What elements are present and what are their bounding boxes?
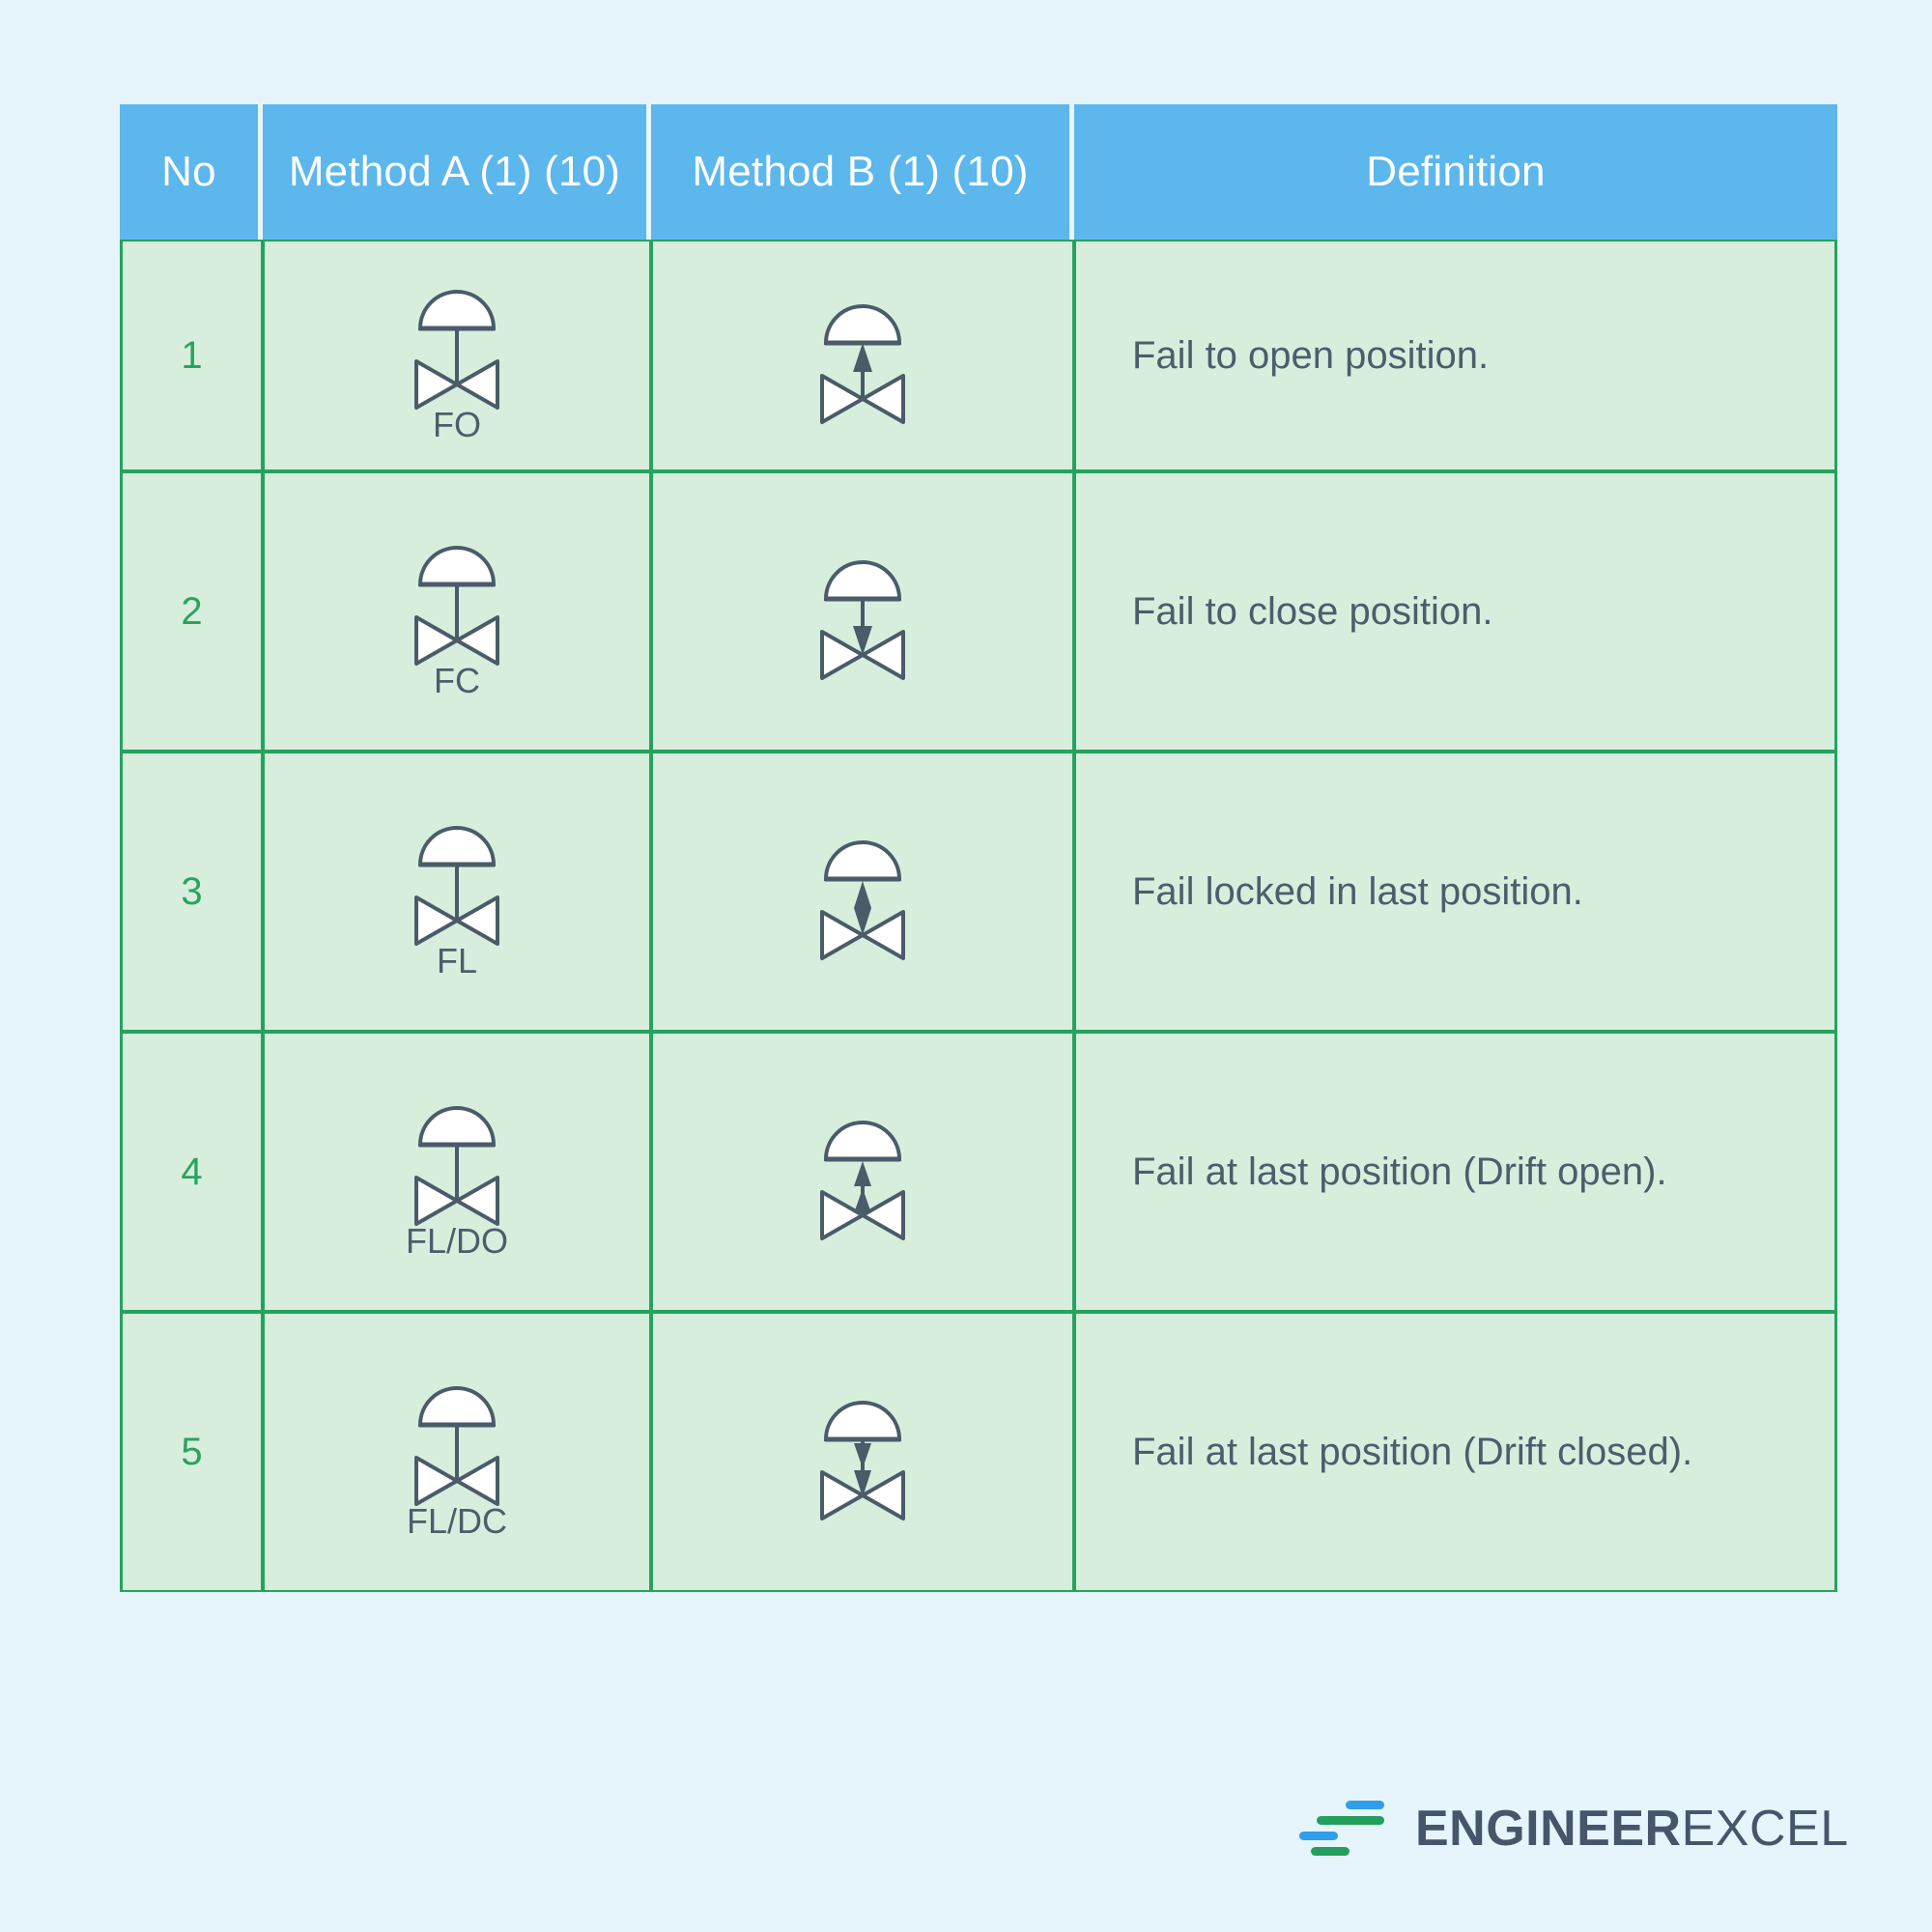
method-b-cell	[651, 752, 1074, 1032]
method-a-label: FC	[434, 661, 480, 700]
diaphragm-valve-plain-stem-icon	[380, 805, 534, 950]
logo-wordmark: ENGINEEREXCEL	[1415, 1800, 1849, 1858]
method-a-cell: FL	[263, 752, 651, 1032]
row-number: 1	[120, 240, 263, 471]
table-row: 1 FO Fail to open position.	[120, 240, 1837, 471]
diaphragm-valve-arrow-double-down-icon	[785, 1379, 940, 1524]
method-a-label: FL/DC	[406, 1501, 507, 1541]
valve-failure-mode-table: No Method A (1) (10) Method B (1) (10) D…	[120, 104, 1837, 1592]
diaphragm-valve-plain-stem-icon	[380, 269, 534, 413]
table-row: 5 FL/DC Fail at last position (Drift clo…	[120, 1312, 1837, 1592]
definition-text: Fail at last position (Drift open).	[1074, 1032, 1837, 1312]
column-header-method-b: Method B (1) (10)	[651, 104, 1074, 240]
method-a-cell: FL/DC	[263, 1312, 651, 1592]
method-a-label: FL/DO	[405, 1221, 508, 1261]
column-header-method-a: Method A (1) (10)	[263, 104, 651, 240]
diaphragm-valve-arrow-double-up-icon	[785, 1099, 940, 1244]
method-a-cell: FL/DO	[263, 1032, 651, 1312]
method-b-cell	[651, 1312, 1074, 1592]
logo-word-engineer: ENGINEER	[1415, 1801, 1682, 1857]
definition-text: Fail at last position (Drift closed).	[1074, 1312, 1837, 1592]
table-row: 2 FC Fail to close position.	[120, 471, 1837, 752]
definition-text: Fail to open position.	[1074, 240, 1837, 471]
method-b-cell	[651, 1032, 1074, 1312]
definition-text: Fail to close position.	[1074, 471, 1837, 752]
symbols-table: No Method A (1) (10) Method B (1) (10) D…	[120, 104, 1837, 1592]
method-a-label: FO	[433, 405, 481, 444]
diaphragm-valve-arrow-up-icon	[785, 283, 940, 428]
diaphragm-valve-plain-stem-icon	[380, 525, 534, 669]
table-row: 3 FL Fail locked in last position.	[120, 752, 1837, 1032]
column-header-definition: Definition	[1074, 104, 1837, 240]
method-b-cell	[651, 471, 1074, 752]
method-a-cell: FC	[263, 471, 651, 752]
diaphragm-valve-arrow-down-icon	[785, 539, 940, 684]
row-number: 4	[120, 1032, 263, 1312]
header-row: No Method A (1) (10) Method B (1) (10) D…	[120, 104, 1837, 240]
engineerexcel-logo: ENGINEEREXCEL	[1299, 1799, 1849, 1859]
row-number: 2	[120, 471, 263, 752]
row-number: 3	[120, 752, 263, 1032]
method-a-label: FL	[436, 941, 477, 980]
page-root: No Method A (1) (10) Method B (1) (10) D…	[0, 0, 1932, 1932]
speed-lines-icon	[1299, 1799, 1392, 1859]
table-row: 4 FL/DO Fail at last position (Drift ope…	[120, 1032, 1837, 1312]
diaphragm-valve-plain-stem-icon	[380, 1085, 534, 1230]
logo-word-excel: EXCEL	[1681, 1801, 1849, 1857]
row-number: 5	[120, 1312, 263, 1592]
diaphragm-valve-plain-stem-icon	[380, 1365, 534, 1510]
diaphragm-valve-arrow-double-ended-icon	[785, 819, 940, 964]
method-a-cell: FO	[263, 240, 651, 471]
column-header-no: No	[120, 104, 263, 240]
method-b-cell	[651, 240, 1074, 471]
table-header: No Method A (1) (10) Method B (1) (10) D…	[120, 104, 1837, 240]
definition-text: Fail locked in last position.	[1074, 752, 1837, 1032]
table-body: 1 FO Fail to open position. 2 FC Fail to…	[120, 240, 1837, 1592]
